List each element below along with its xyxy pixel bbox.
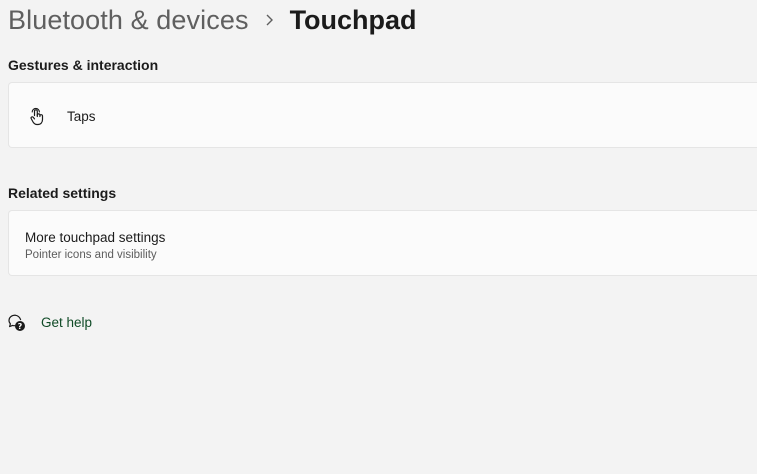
get-help-link[interactable]: ? Get help xyxy=(7,310,92,334)
get-help-label: Get help xyxy=(41,314,93,330)
more-touchpad-settings-label: More touchpad settings xyxy=(25,230,166,245)
section-heading-related: Related settings xyxy=(8,185,117,201)
page-title: Touchpad xyxy=(289,4,417,35)
section-heading-gestures: Gestures & interaction xyxy=(8,57,159,73)
taps-label: Taps xyxy=(67,109,96,124)
chevron-right-icon xyxy=(266,14,273,26)
touch-tap-icon xyxy=(30,107,44,126)
taps-setting-card[interactable]: Taps xyxy=(8,82,757,148)
help-chat-icon: ? xyxy=(8,314,25,331)
breadcrumb-parent-link[interactable]: Bluetooth & devices xyxy=(8,5,249,36)
more-touchpad-settings-description: Pointer icons and visibility xyxy=(25,249,157,261)
svg-text:?: ? xyxy=(18,322,23,331)
more-touchpad-settings-card[interactable]: More touchpad settings Pointer icons and… xyxy=(8,210,757,276)
breadcrumb: Bluetooth & devices Touchpad xyxy=(8,0,417,40)
